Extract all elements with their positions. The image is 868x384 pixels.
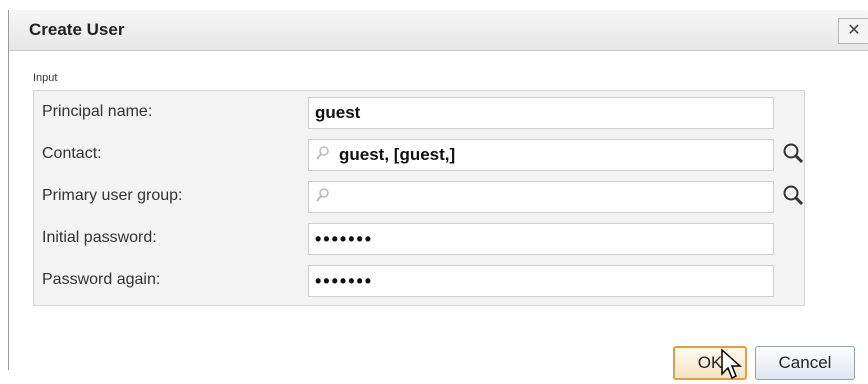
principal-name-row: Principal name: guest (34, 95, 804, 131)
principal-name-value: guest (315, 103, 361, 122)
contact-field[interactable]: guest, [guest,] (308, 139, 774, 171)
initial-password-field[interactable]: ••••••• (308, 223, 774, 255)
primary-user-group-field[interactable] (308, 181, 774, 213)
close-icon: ✕ (847, 22, 861, 39)
input-group-label: Input (33, 72, 58, 84)
initial-password-value: ••••••• (315, 229, 374, 249)
cancel-button[interactable]: Cancel (755, 346, 855, 380)
password-again-row: Password again: ••••••• (34, 263, 804, 299)
password-again-field[interactable]: ••••••• (308, 265, 774, 297)
magnifier-icon (783, 143, 804, 164)
contact-lookup-button[interactable] (780, 141, 806, 167)
password-again-label: Password again: (42, 271, 161, 288)
input-fieldset: Principal name: guest Contact: guest, [g… (33, 90, 805, 306)
password-again-value: ••••••• (315, 271, 374, 291)
contact-row: Contact: guest, [guest,] (34, 137, 804, 173)
initial-password-label: Initial password: (42, 229, 157, 246)
principal-name-label: Principal name: (42, 103, 153, 120)
create-user-dialog: Create User ✕ Input Principal name: gues… (8, 10, 868, 380)
primary-user-group-row: Primary user group: (34, 179, 804, 215)
dialog-title: Create User (29, 20, 125, 39)
search-icon (315, 141, 331, 171)
mouse-pointer-icon (721, 348, 742, 380)
primary-user-group-lookup-button[interactable] (780, 183, 806, 209)
primary-user-group-label: Primary user group: (42, 187, 183, 204)
contact-value: guest, [guest,] (339, 145, 456, 164)
initial-password-row: Initial password: ••••••• (34, 221, 804, 257)
contact-label: Contact: (42, 145, 102, 162)
magnifier-icon (783, 185, 804, 206)
close-button[interactable]: ✕ (838, 18, 868, 44)
background-window-fragment (0, 0, 868, 10)
principal-name-field[interactable]: guest (308, 97, 774, 129)
search-icon (315, 183, 331, 213)
dialog-titlebar: Create User ✕ (9, 10, 868, 51)
